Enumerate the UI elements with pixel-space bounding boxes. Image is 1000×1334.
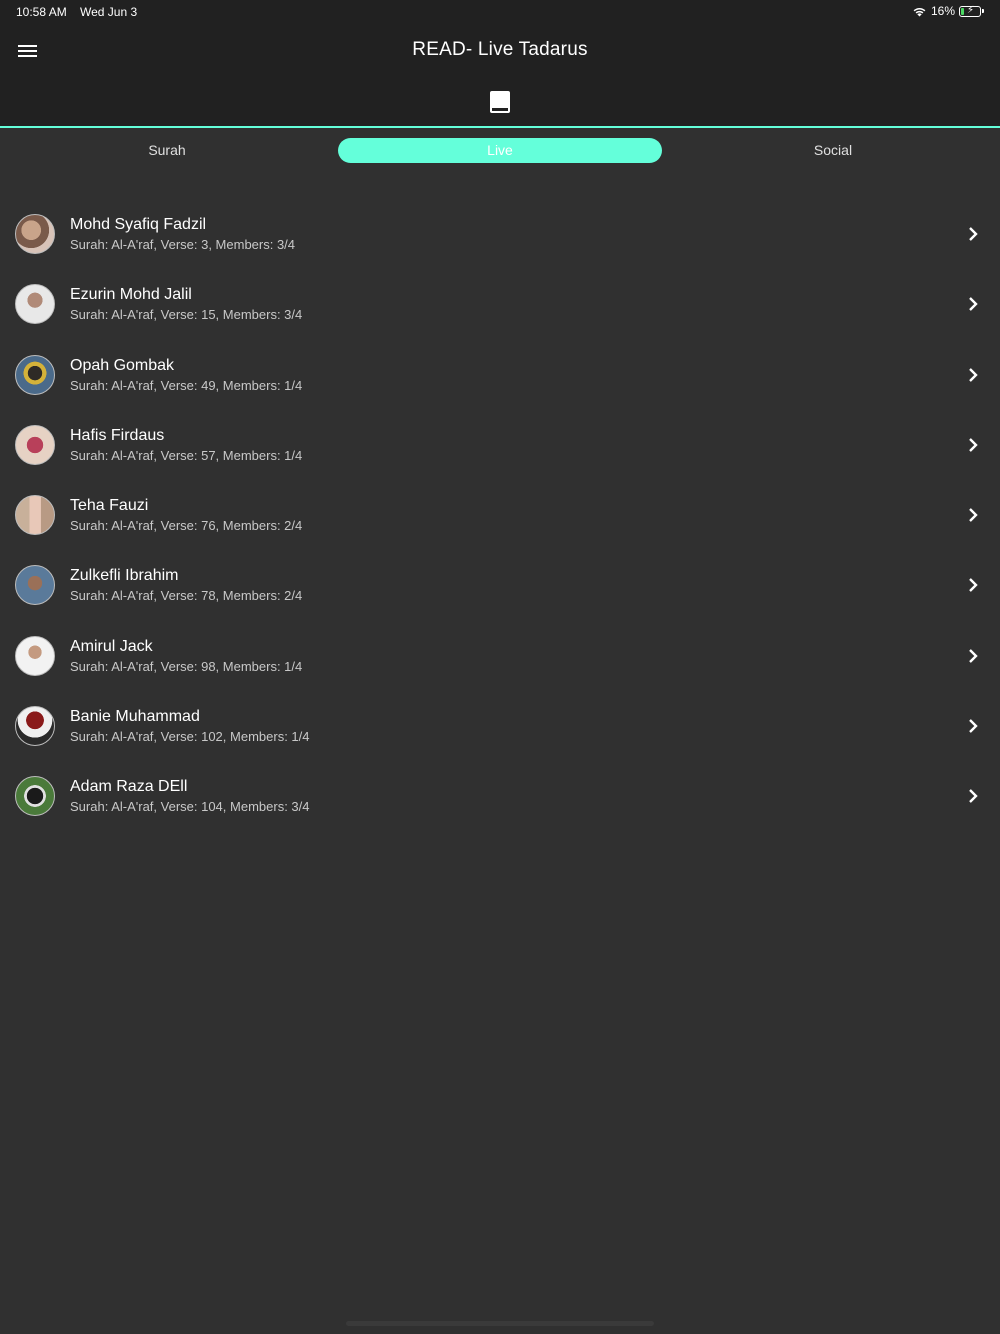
status-date: Wed Jun 3 [80, 5, 138, 19]
session-host-name: Ezurin Mohd Jalil [70, 286, 192, 304]
avatar [15, 424, 55, 465]
avatar [15, 214, 55, 254]
list-item[interactable]: Amirul Jack Surah: Al-A'raf, Verse: 98, … [0, 621, 1000, 691]
chevron-right-icon [969, 648, 978, 663]
session-host-name: Adam Raza DEll [70, 778, 188, 796]
list-item[interactable]: Mohd Syafiq Fadzil Surah: Al-A'raf, Vers… [0, 199, 1000, 269]
session-detail: Surah: Al-A'raf, Verse: 104, Members: 3/… [70, 799, 310, 815]
session-detail: Surah: Al-A'raf, Verse: 49, Members: 1/4 [70, 377, 303, 393]
battery-charging-icon: ⚡ [959, 5, 981, 17]
live-session-list: Mohd Syafiq Fadzil Surah: Al-A'raf, Vers… [0, 199, 1000, 832]
home-indicator[interactable] [346, 1321, 654, 1326]
session-detail: Surah: Al-A'raf, Verse: 57, Members: 1/4 [70, 447, 303, 463]
chevron-right-icon [969, 578, 978, 593]
session-detail: Surah: Al-A'raf, Verse: 78, Members: 2/4 [70, 588, 303, 604]
avatar [15, 776, 55, 817]
chevron-right-icon [969, 438, 978, 452]
tab-live[interactable]: Live [338, 138, 662, 163]
session-host-name: Teha Fauzi [70, 497, 149, 515]
avatar [15, 354, 55, 395]
chevron-right-icon [969, 719, 978, 733]
session-host-name: Banie Muhammad [70, 708, 200, 726]
page-title: READ- Live Tadarus [412, 39, 588, 60]
avatar [15, 565, 55, 606]
battery-percent: 16% [930, 4, 955, 18]
chevron-right-icon [969, 508, 978, 523]
list-item[interactable]: Ezurin Mohd Jalil Surah: Al-A'raf, Verse… [0, 269, 1000, 339]
session-detail: Surah: Al-A'raf, Verse: 76, Members: 2/4 [70, 518, 303, 534]
avatar [15, 495, 55, 536]
status-right: 16% ⚡ [912, 4, 984, 18]
status-bar: 10:58 AM Wed Jun 3 16% ⚡ [0, 0, 1000, 24]
avatar [15, 284, 55, 325]
session-host-name: Zulkefli Ibrahim [70, 567, 179, 585]
chevron-right-icon [969, 227, 978, 241]
tab-surah[interactable]: Surah [5, 138, 329, 163]
tab-social[interactable]: Social [671, 138, 995, 163]
status-time: 10:58 AM [16, 5, 67, 19]
session-host-name: Mohd Syafiq Fadzil [70, 216, 207, 233]
session-detail: Surah: Al-A'raf, Verse: 98, Members: 1/4 [70, 658, 303, 674]
session-host-name: Hafis Firdaus [70, 426, 165, 444]
avatar [15, 706, 55, 747]
quran-book-icon [490, 91, 510, 113]
app-header: 10:58 AM Wed Jun 3 16% ⚡ READ- Live Tada… [0, 0, 1000, 128]
session-detail: Surah: Al-A'raf, Verse: 102, Members: 1/… [70, 729, 310, 745]
list-item[interactable]: Hafis Firdaus Surah: Al-A'raf, Verse: 57… [0, 410, 1000, 480]
session-detail: Surah: Al-A'raf, Verse: 15, Members: 3/4 [70, 307, 303, 323]
list-item[interactable]: Banie Muhammad Surah: Al-A'raf, Verse: 1… [0, 691, 1000, 761]
list-item[interactable]: Opah Gombak Surah: Al-A'raf, Verse: 49, … [0, 340, 1000, 410]
list-item[interactable]: Zulkefli Ibrahim Surah: Al-A'raf, Verse:… [0, 550, 1000, 620]
session-host-name: Amirul Jack [70, 637, 153, 655]
chevron-right-icon [969, 367, 978, 382]
session-host-name: Opah Gombak [70, 356, 175, 374]
list-item[interactable]: Adam Raza DEll Surah: Al-A'raf, Verse: 1… [0, 761, 1000, 831]
chevron-right-icon [969, 789, 978, 804]
chevron-right-icon [969, 297, 978, 312]
list-item[interactable]: Teha Fauzi Surah: Al-A'raf, Verse: 76, M… [0, 480, 1000, 550]
avatar [15, 635, 55, 676]
wifi-icon [913, 7, 926, 16]
session-detail: Surah: Al-A'raf, Verse: 3, Members: 3/4 [70, 237, 296, 252]
tab-bar: Surah Live Social [0, 130, 1000, 170]
